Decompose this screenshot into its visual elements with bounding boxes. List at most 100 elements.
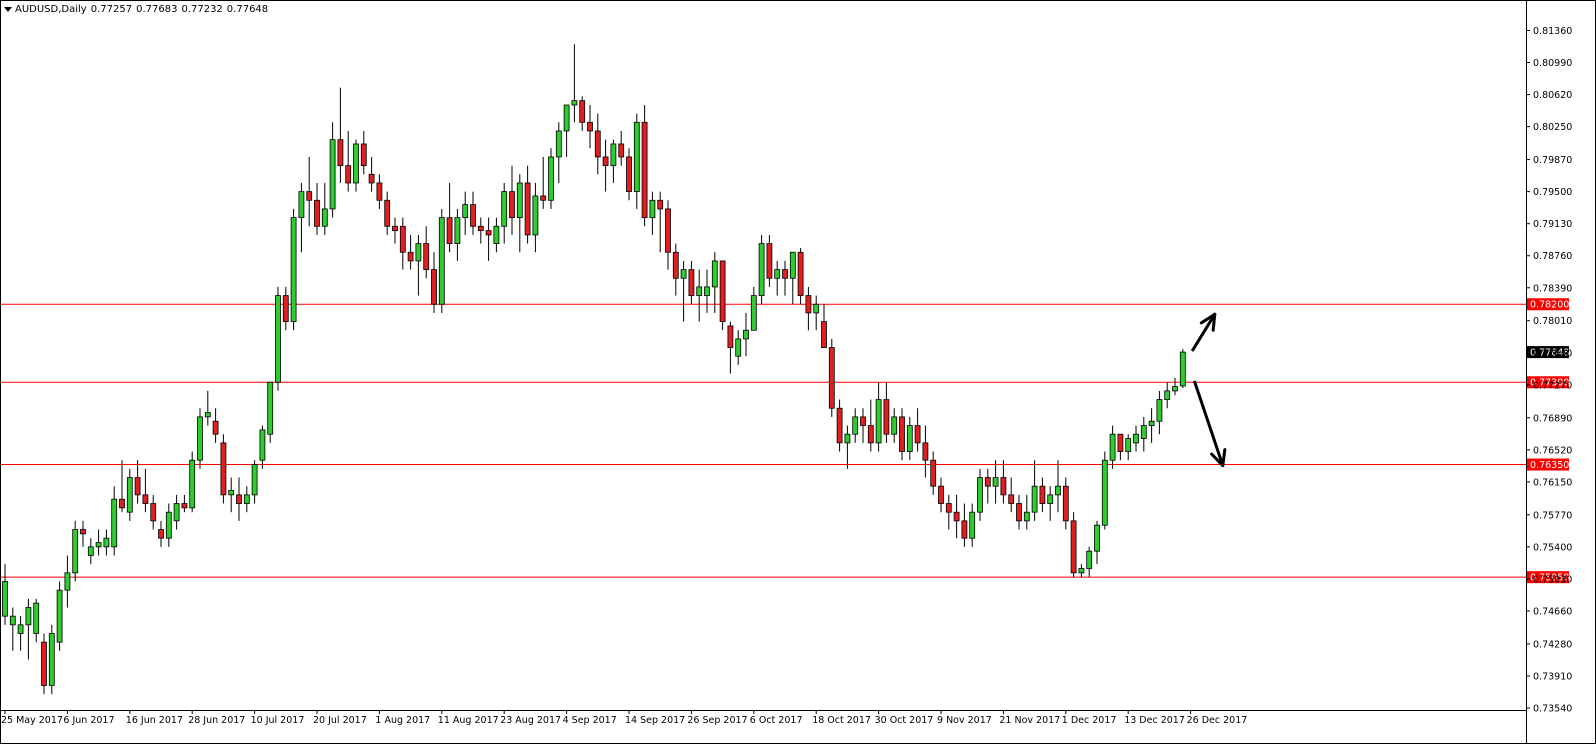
candle-body (906, 425, 913, 452)
y-tick-label: 0.76150 (1533, 477, 1572, 488)
candle-body (423, 243, 430, 270)
y-tick-label: 0.78010 (1533, 316, 1572, 327)
candle-body (844, 433, 851, 444)
candle-body (610, 143, 617, 167)
candle-body (64, 572, 71, 591)
x-tick-label: 4 Sep 2017 (563, 715, 617, 726)
candle-body (727, 325, 734, 348)
candle-body (298, 191, 305, 219)
candle-body (766, 243, 773, 279)
candle-body (165, 511, 172, 539)
candle-body (438, 217, 445, 305)
candle-body (1101, 459, 1108, 526)
candle-body (1078, 568, 1085, 574)
x-tick-label: 9 Nov 2017 (937, 715, 992, 726)
candle-body (337, 139, 344, 167)
candle-body (275, 295, 281, 383)
candle-body (189, 459, 196, 509)
y-tick-label: 0.75770 (1533, 510, 1572, 521)
y-tick-label: 0.77270 (1533, 380, 1572, 391)
candle-body (509, 191, 515, 219)
candle-body (126, 477, 133, 513)
candle-body (1039, 485, 1046, 504)
candle-body (836, 407, 843, 444)
x-tick-label: 11 Aug 2017 (438, 715, 499, 726)
candles (2, 44, 1186, 695)
y-tick-label: 0.80250 (1533, 122, 1572, 133)
y-tick-label: 0.76520 (1533, 445, 1572, 456)
candle-body (789, 251, 796, 279)
y-tick-label: 0.75030 (1533, 574, 1572, 585)
support-resistance-levels: 0.782000.773000.763500.750500.77648 (0, 298, 1569, 584)
candle-body (1172, 386, 1178, 392)
candle-body (743, 329, 749, 340)
candle-body (1179, 351, 1186, 387)
candle-body (329, 139, 336, 210)
y-tick-label: 0.78760 (1533, 251, 1572, 262)
x-tick-label: 23 Aug 2017 (500, 715, 561, 726)
x-tick-label: 13 Dec 2017 (1124, 715, 1185, 726)
candle-body (1023, 511, 1030, 522)
candle-body (485, 230, 492, 236)
candle-body (532, 195, 539, 236)
candle-body (1000, 477, 1007, 496)
candle-body (173, 503, 180, 522)
axes: 0.81360 0.80990 0.80620 0.80250 0.79870 0.795… (0, 0, 1596, 744)
x-tick-label: 6 Jun 2017 (63, 715, 114, 726)
candle-body (1086, 550, 1093, 569)
y-tick-label: 0.81360 (1533, 26, 1572, 37)
candle-body (524, 182, 531, 236)
candle-body (1133, 433, 1139, 444)
candle-body (922, 442, 929, 461)
candle-body (953, 511, 960, 522)
candle-body (134, 477, 141, 496)
candle-body (587, 121, 593, 132)
y-tick-label: 0.74280 (1533, 639, 1572, 650)
candle-body (626, 156, 632, 193)
candle-body (212, 420, 219, 435)
candle-body (555, 130, 562, 158)
candle-body (1070, 520, 1077, 574)
candle-body (321, 208, 328, 227)
candle-body (142, 494, 149, 504)
candle-body (579, 100, 586, 123)
candle-body (470, 204, 476, 227)
x-tick-label: 28 Jun 2017 (188, 715, 245, 726)
candle-body (282, 295, 289, 322)
y-tick-label: 0.79130 (1533, 219, 1572, 230)
candle-body (80, 529, 86, 535)
candle-body (41, 641, 47, 686)
candle-body (477, 225, 484, 232)
x-tick-label: 16 Jun 2017 (126, 715, 183, 726)
candle-body (828, 347, 835, 409)
candle-body (1062, 485, 1069, 522)
candle-body (984, 477, 991, 487)
candle-body (696, 286, 703, 296)
candle-body (774, 269, 781, 279)
candle-body (1125, 438, 1132, 452)
x-tick-label: 20 Jul 2017 (313, 715, 367, 726)
x-tick-label: 30 Oct 2017 (875, 715, 934, 726)
candle-body (883, 399, 890, 435)
candle-body (813, 303, 820, 314)
x-tick-label: 1 Dec 2017 (1062, 715, 1117, 726)
candle-body (961, 520, 968, 539)
candle-body (672, 251, 679, 279)
candle-body (1047, 494, 1054, 504)
candle-body (236, 494, 242, 504)
candle-body (454, 217, 461, 245)
candle-body (563, 104, 570, 132)
candle-body (930, 459, 937, 487)
candle-body (290, 217, 297, 322)
candle-body (969, 511, 976, 539)
x-tick-label: 1 Aug 2017 (375, 715, 430, 726)
candle-body (805, 295, 812, 314)
candle-body (1008, 494, 1015, 504)
candle-body (415, 243, 422, 262)
candle-body (87, 546, 94, 556)
candle-body (376, 182, 383, 201)
candle-body (181, 503, 188, 509)
candlestick-chart[interactable]: 0.782000.773000.763500.750500.77648 0.81… (0, 0, 1596, 744)
candle-body (680, 269, 687, 279)
y-tick-label: 0.80620 (1533, 90, 1572, 101)
